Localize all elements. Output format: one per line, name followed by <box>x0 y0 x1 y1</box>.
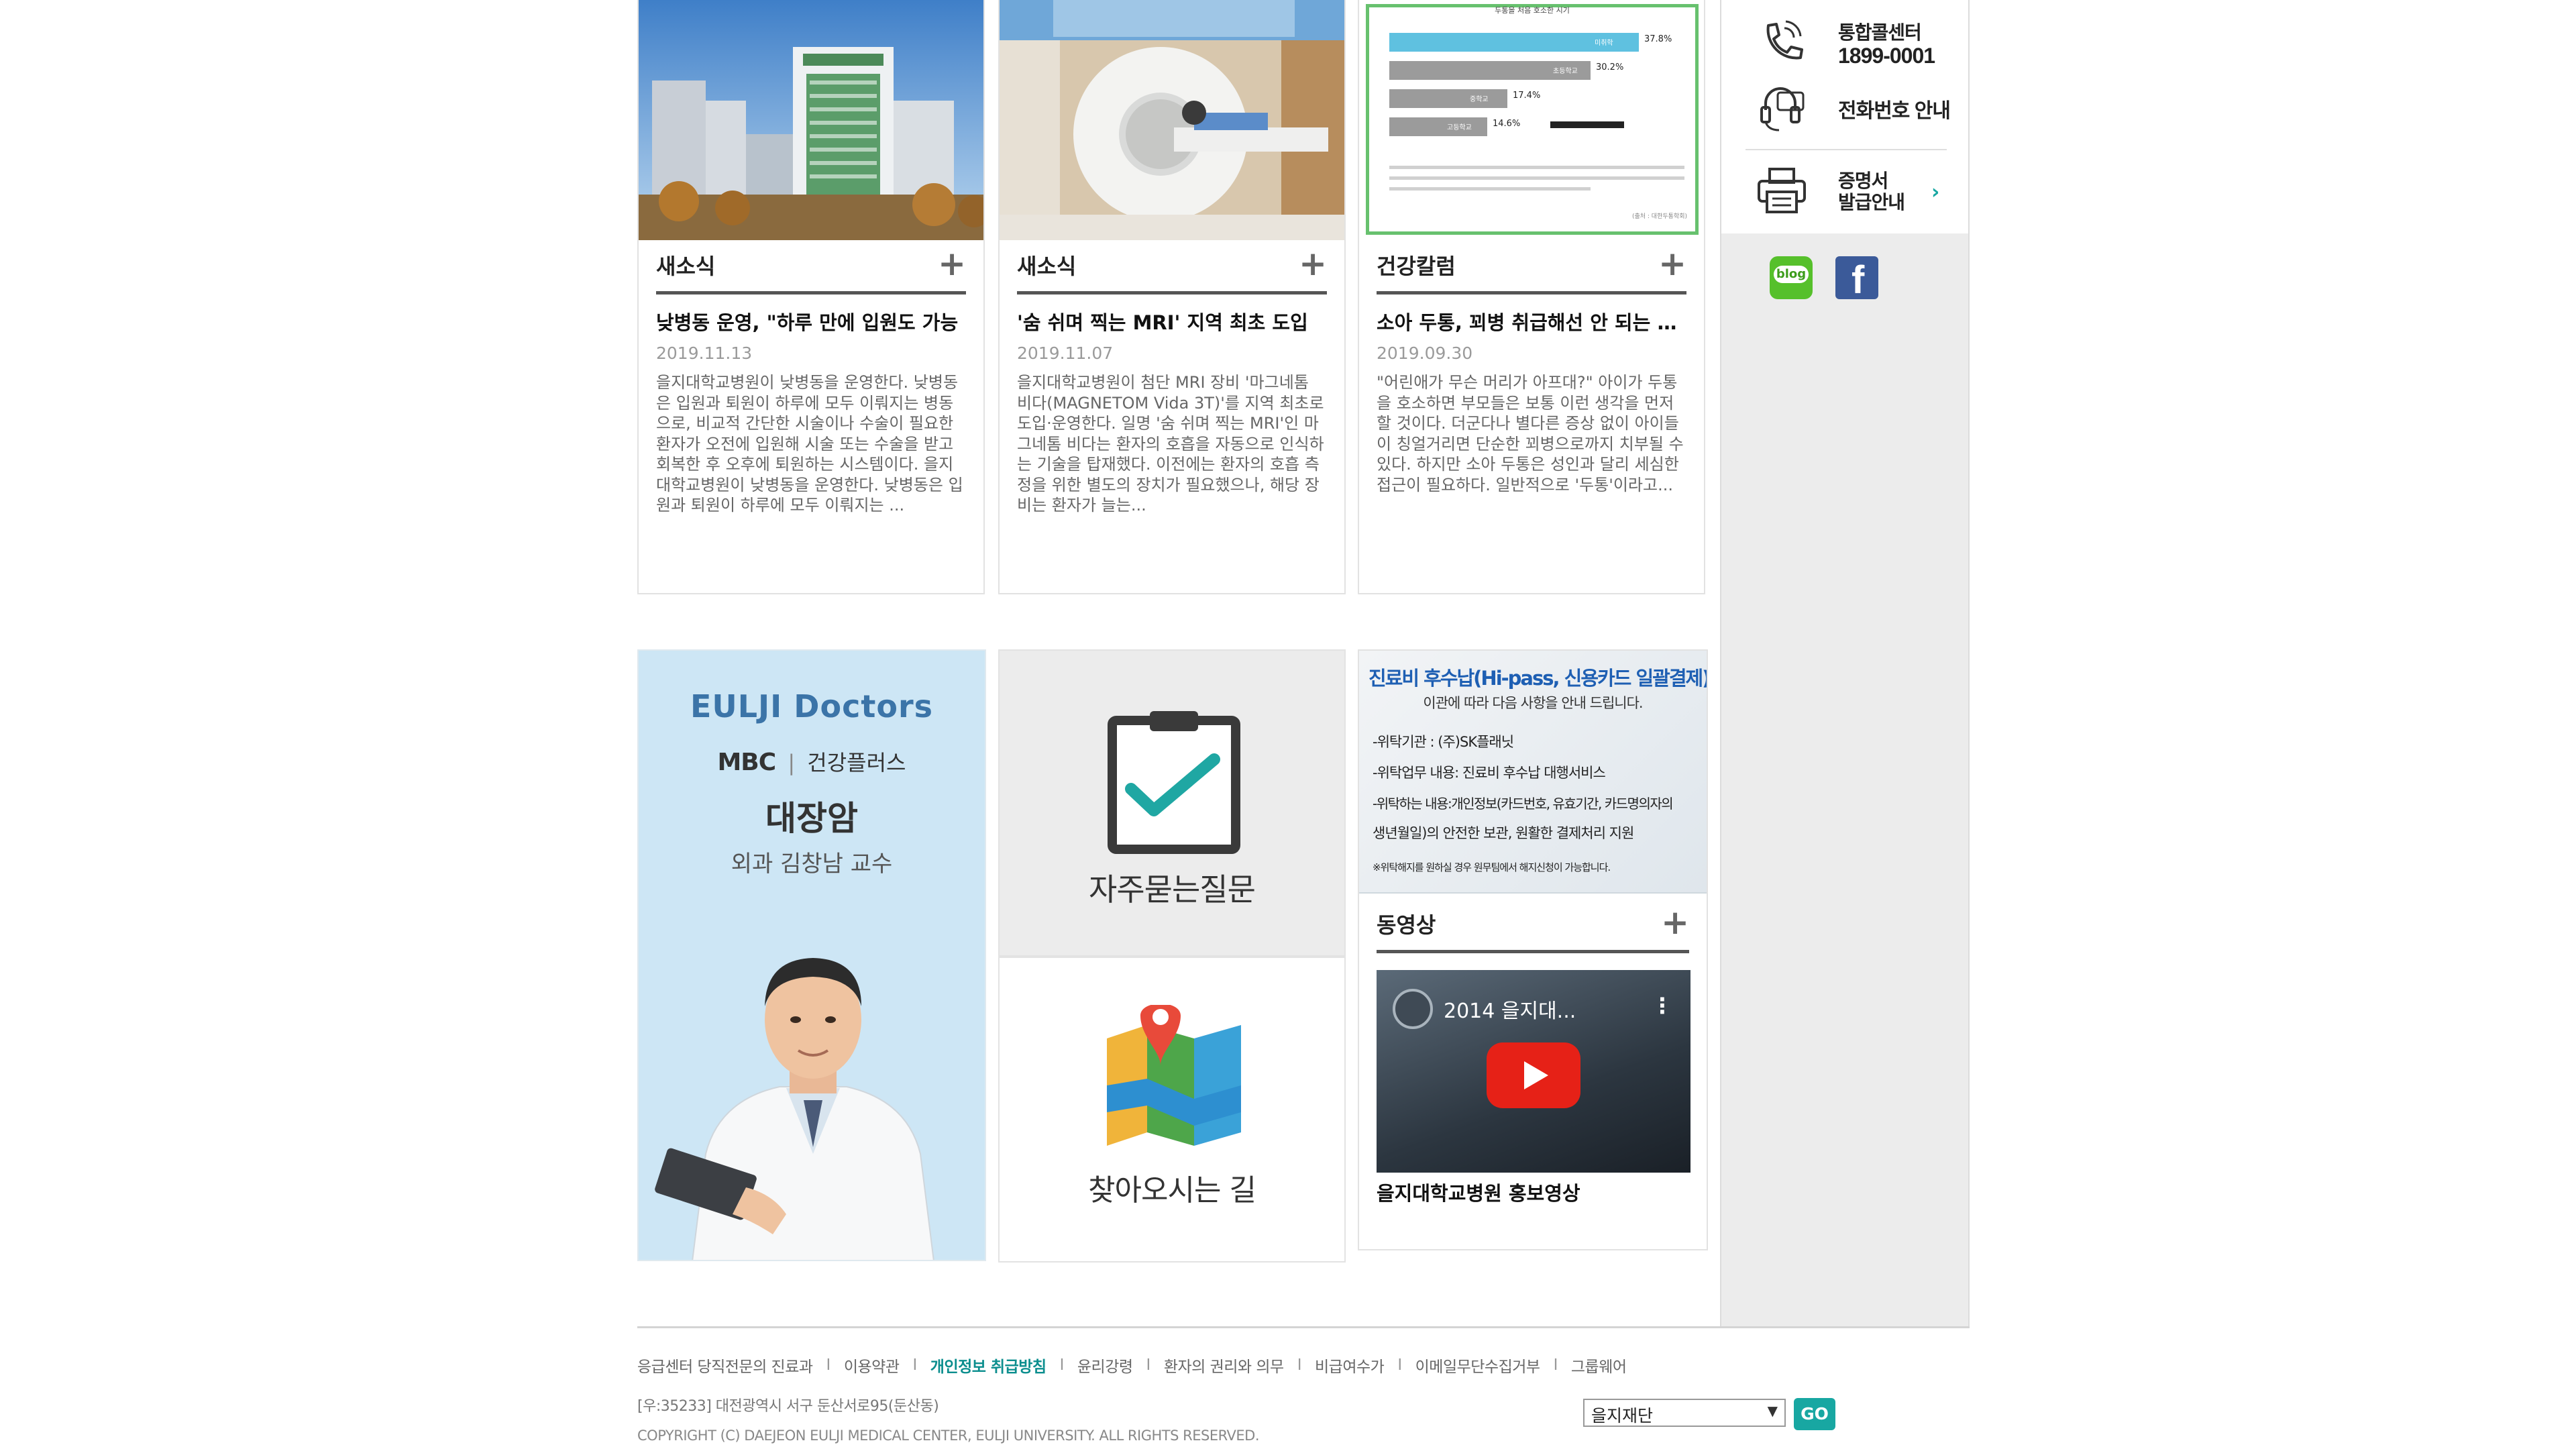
news-title[interactable]: 소아 두통, 꾀병 취급해선 안 되는 이유 <box>1377 307 1686 335</box>
more-plus-icon[interactable]: + <box>1658 247 1686 280</box>
bar-value: 37.8% <box>1644 34 1672 44</box>
headset-icon <box>1755 80 1809 137</box>
footer-divider <box>637 1326 1970 1328</box>
footer-address: [우:35233] 대전광역시 서구 둔산서로95(둔산동) <box>637 1398 939 1415</box>
doctor-portrait <box>652 899 974 1260</box>
divider <box>656 291 966 294</box>
dropdown-arrow-icon: ▼ <box>1767 1403 1778 1419</box>
footer-link-patient-rights[interactable]: 환자의 권리와 의무 <box>1164 1354 1284 1377</box>
footer-link-emergency[interactable]: 응급센터 당직전문의 진료과 <box>637 1354 813 1377</box>
mbc-logo: MBC <box>717 749 776 776</box>
news-date: 2019.11.13 <box>656 343 753 363</box>
faq-tile[interactable]: 자주묻는질문 <box>998 649 1346 957</box>
news-summary[interactable]: 을지대학교병원이 첨단 MRI 장비 '마그네톰 비다(MAGNETOM Vid… <box>1017 372 1324 516</box>
news-summary[interactable]: "어린애가 무슨 머리가 아프대?" 아이가 두통을 호소하면 부모들은 보통 … <box>1377 372 1684 495</box>
news-card-2[interactable]: 새소식 + '숨 쉬며 찍는 MRI' 지역 최초 도입 2019.11.07 … <box>998 0 1346 594</box>
doctors-topic: 대장암 <box>765 799 858 838</box>
chart-bar <box>1389 89 1507 108</box>
footer-link-email-policy[interactable]: 이메일무단수집거부 <box>1415 1354 1540 1377</box>
printer-icon <box>1755 165 1809 219</box>
channel-avatar <box>1393 989 1433 1029</box>
hospital-building-photo <box>639 0 983 240</box>
play-button-icon[interactable] <box>1487 1042 1580 1108</box>
bar-value: 17.4% <box>1513 91 1541 101</box>
bar-value: 14.6% <box>1493 119 1521 129</box>
notice-line: -위탁하는 내용:개인정보(카드번호, 유효기간, 카드명의자의 <box>1373 796 1674 812</box>
divider <box>1017 291 1327 294</box>
footer-link-fees[interactable]: 비급여수가 <box>1315 1354 1385 1377</box>
footer-link-ethics[interactable]: 윤리강령 <box>1077 1354 1133 1377</box>
doctor-name: 외과 김창남 교수 <box>731 851 893 877</box>
chart-source: (출처 : 대한두통학회) <box>1631 213 1687 220</box>
video-card: 진료비 후수납(Hi-pass, 신용카드 일괄결제)정보 이관에 따라 다음 … <box>1358 649 1708 1250</box>
notice-line: -위탁기관 : (주)SK플래닛 <box>1373 734 1514 750</box>
notice-subtitle: 이관에 따라 다음 사항을 안내 드립니다. <box>1423 695 1643 711</box>
more-options-icon[interactable]: ⋮ <box>1652 993 1673 1018</box>
bar-label: 미취학 <box>1595 40 1613 47</box>
youtube-video-player[interactable]: 2014 을지대... ⋮ <box>1377 970 1690 1173</box>
eulji-doctors-banner[interactable]: EULJI Doctors MBC | 건강플러스 대장암 외과 김창남 교수 <box>637 649 986 1261</box>
news-summary[interactable]: 을지대학교병원이 낮병동을 운영한다. 낮병동은 입원과 퇴원이 하루에 모두 … <box>656 372 963 516</box>
news-card-3[interactable]: 두통을 처음 호소한 시기 미취학 37.8% 초등학교 30.2% 중학교 1… <box>1358 0 1705 594</box>
notice-line: -위탁업무 내용: 진료비 후수납 대행서비스 <box>1373 765 1606 781</box>
video-title: 2014 을지대... <box>1444 1000 1576 1023</box>
map-pin-icon <box>1100 1004 1248 1155</box>
news-title[interactable]: '숨 쉬며 찍는 MRI' 지역 최초 도입 <box>1017 307 1327 335</box>
notice-title: 진료비 후수납(Hi-pass, 신용카드 일괄결제)정보 <box>1368 667 1707 690</box>
notice-line: 생년월일)의 안전한 보관, 원활한 결제처리 지원 <box>1373 825 1634 841</box>
call-center-label: 통합콜센터 <box>1838 22 1922 43</box>
bar-label: 고등학교 <box>1447 124 1472 131</box>
certificate-link[interactable]: 증명서 발급안내 › <box>1755 165 1939 219</box>
facebook-icon[interactable]: f <box>1835 256 1878 299</box>
family-site-value: 을지재단 <box>1591 1406 1654 1426</box>
chevron-right-icon: › <box>1931 180 1940 204</box>
news-date: 2019.11.07 <box>1017 343 1114 363</box>
directions-tile[interactable]: 찾아오시는 길 <box>998 957 1346 1263</box>
divider <box>1746 149 1947 150</box>
footer-link-privacy[interactable]: 개인정보 취급방침 <box>930 1354 1046 1377</box>
news-category: 새소식 <box>656 254 716 279</box>
phone-icon <box>1755 19 1809 70</box>
chart-heading: 두통을 처음 호소한 시기 <box>1495 6 1570 15</box>
quick-menu-sidebar: 통합콜센터 1899-0001 전화번호 안내 증명서 발급안내 › blog … <box>1720 0 1970 1328</box>
mri-machine-photo <box>1000 0 1344 240</box>
phone-guide-label: 전화번호 안내 <box>1838 100 1951 122</box>
directions-label: 찾아오시는 길 <box>1088 1173 1256 1208</box>
news-category: 새소식 <box>1017 254 1077 279</box>
more-plus-icon[interactable]: + <box>1661 906 1689 939</box>
call-center-number: 1899-0001 <box>1838 44 1935 68</box>
divider <box>1377 291 1686 294</box>
payment-notice-banner[interactable]: 진료비 후수납(Hi-pass, 신용카드 일괄결제)정보 이관에 따라 다음 … <box>1359 651 1707 894</box>
news-title[interactable]: 낮병동 운영, "하루 만에 입원도 가능 <box>656 307 966 335</box>
news-category: 건강칼럼 <box>1377 254 1456 279</box>
certificate-label-1: 증명서 <box>1838 170 1888 191</box>
certificate-label-2: 발급안내 <box>1838 192 1905 213</box>
clipboard-check-icon <box>1107 711 1241 857</box>
bar-label: 초등학교 <box>1553 68 1578 75</box>
call-center-link[interactable]: 통합콜센터 1899-0001 <box>1755 19 1935 70</box>
notice-line: ※위탁해지를 원하실 경우 원무팀에서 해지신청이 가능합니다. <box>1373 861 1611 873</box>
footer-links: 응급센터 당직전문의 진료과 I 이용약관 I 개인정보 취급방침 I 윤리강령… <box>637 1354 1627 1377</box>
family-site-select[interactable]: 을지재단 ▼ <box>1583 1399 1786 1427</box>
more-plus-icon[interactable]: + <box>938 247 966 280</box>
video-category: 동영상 <box>1377 912 1436 938</box>
footer-link-terms[interactable]: 이용약관 <box>844 1354 900 1377</box>
chart-bar <box>1389 117 1487 136</box>
program-name: 건강플러스 <box>807 750 906 775</box>
footer-link-groupware[interactable]: 그룹웨어 <box>1571 1354 1627 1377</box>
bar-label: 중학교 <box>1470 96 1489 103</box>
news-card-1[interactable]: 새소식 + 낮병동 운영, "하루 만에 입원도 가능 2019.11.13 을… <box>637 0 985 594</box>
video-caption[interactable]: 을지대학교병원 홍보영상 <box>1377 1178 1580 1206</box>
divider <box>1377 950 1689 953</box>
faq-label: 자주묻는질문 <box>1089 871 1256 908</box>
doctors-brand: EULJI Doctors <box>690 688 934 724</box>
phone-guide-link[interactable]: 전화번호 안내 <box>1755 80 1951 137</box>
go-button[interactable]: GO <box>1794 1398 1835 1430</box>
blog-icon[interactable]: blog <box>1770 256 1813 299</box>
news-date: 2019.09.30 <box>1377 343 1473 363</box>
headache-chart-image: 두통을 처음 호소한 시기 미취학 37.8% 초등학교 30.2% 중학교 1… <box>1359 0 1704 240</box>
footer-copyright: COPYRIGHT (C) DAEJEON EULJI MEDICAL CENT… <box>637 1428 1260 1444</box>
bar-value: 30.2% <box>1596 62 1624 72</box>
more-plus-icon[interactable]: + <box>1299 247 1327 280</box>
